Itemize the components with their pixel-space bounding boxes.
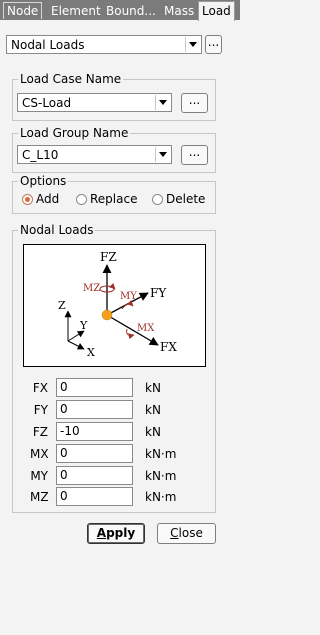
radio-delete-label: Delete [166, 192, 206, 206]
mx-label: MX [137, 323, 155, 334]
fx-field-label: FX [32, 381, 48, 395]
fz-unit: kN [145, 425, 161, 439]
mx-input[interactable]: 0 [56, 444, 133, 463]
fz-input[interactable]: -10 [56, 422, 133, 441]
axis-z-label: Z [58, 299, 66, 312]
apply-button[interactable]: Apply [87, 523, 145, 544]
axis-x-arrow [67, 340, 85, 350]
load-type-more-button[interactable]: ... [205, 35, 222, 54]
load-case-more-button[interactable]: ... [181, 93, 208, 113]
mz-input[interactable]: 0 [56, 487, 133, 506]
mz-label: MZ [83, 283, 100, 294]
close-label-rest: lose [178, 526, 203, 540]
radio-add[interactable]: Add [22, 192, 59, 206]
load-diagram-svg: Z Y X FZ FY FX MZ MY MX [58, 250, 177, 359]
my-input[interactable]: 0 [56, 466, 133, 485]
load-group-select[interactable]: C_L10 [17, 145, 172, 164]
my-moment-arc [121, 300, 134, 310]
fy-label: FY [150, 286, 167, 300]
tab-boundary[interactable]: Bound... [103, 2, 159, 20]
apply-mnemonic: A [96, 526, 107, 540]
fz-label: FZ [100, 250, 117, 264]
load-case-label: Load Case Name [18, 72, 124, 86]
mz-unit: kN·m [145, 490, 177, 504]
tab-load[interactable]: Load [198, 1, 235, 21]
radio-indicator [152, 194, 163, 205]
load-group-value: C_L10 [22, 148, 59, 162]
axis-x-label: X [87, 346, 95, 359]
chevron-down-icon[interactable] [185, 37, 200, 52]
mx-unit: kN·m [145, 447, 177, 461]
node-point [101, 309, 113, 321]
tab-element[interactable]: Element [48, 2, 104, 20]
fx-input[interactable]: 0 [56, 378, 133, 397]
tab-bar: Node Element Bound... Mass Load [0, 0, 240, 21]
apply-label-rest: pply [106, 526, 136, 540]
fx-unit: kN [145, 381, 161, 395]
load-case-select[interactable]: CS-Load [17, 93, 172, 112]
close-mnemonic: C [170, 526, 179, 540]
axis-y-arrow [67, 330, 85, 342]
radio-indicator [76, 194, 87, 205]
radio-replace[interactable]: Replace [76, 192, 137, 206]
tab-node[interactable]: Node [3, 2, 43, 19]
axis-y-label: Y [79, 319, 88, 332]
options-label: Options [18, 174, 69, 188]
fx-label: FX [160, 340, 177, 354]
my-field-label: MY [30, 469, 48, 483]
my-unit: kN·m [145, 469, 177, 483]
my-label: MY [120, 291, 137, 302]
radio-add-label: Add [36, 192, 60, 206]
load-type-select[interactable]: Nodal Loads [6, 35, 202, 54]
tab-mass[interactable]: Mass [161, 2, 197, 20]
fy-input[interactable]: 0 [56, 400, 133, 419]
fy-field-label: FY [33, 403, 48, 417]
fy-unit: kN [145, 403, 161, 417]
load-type-value: Nodal Loads [11, 38, 85, 52]
radio-indicator [22, 194, 33, 205]
fz-field-label: FZ [32, 425, 48, 439]
load-group-more-button[interactable]: ... [181, 145, 208, 165]
close-button[interactable]: Close [157, 523, 216, 544]
radio-delete[interactable]: Delete [152, 192, 205, 206]
chevron-down-icon[interactable] [155, 147, 170, 162]
chevron-down-icon[interactable] [155, 95, 170, 110]
radio-replace-label: Replace [90, 192, 138, 206]
load-case-value: CS-Load [22, 96, 72, 110]
load-direction-diagram: Z Y X FZ FY FX MZ MY MX [23, 244, 206, 367]
load-group-label: Load Group Name [18, 126, 131, 140]
mx-field-label: MX [30, 447, 49, 461]
mz-field-label: MZ [30, 490, 49, 504]
nodal-loads-label: Nodal Loads [18, 223, 96, 237]
